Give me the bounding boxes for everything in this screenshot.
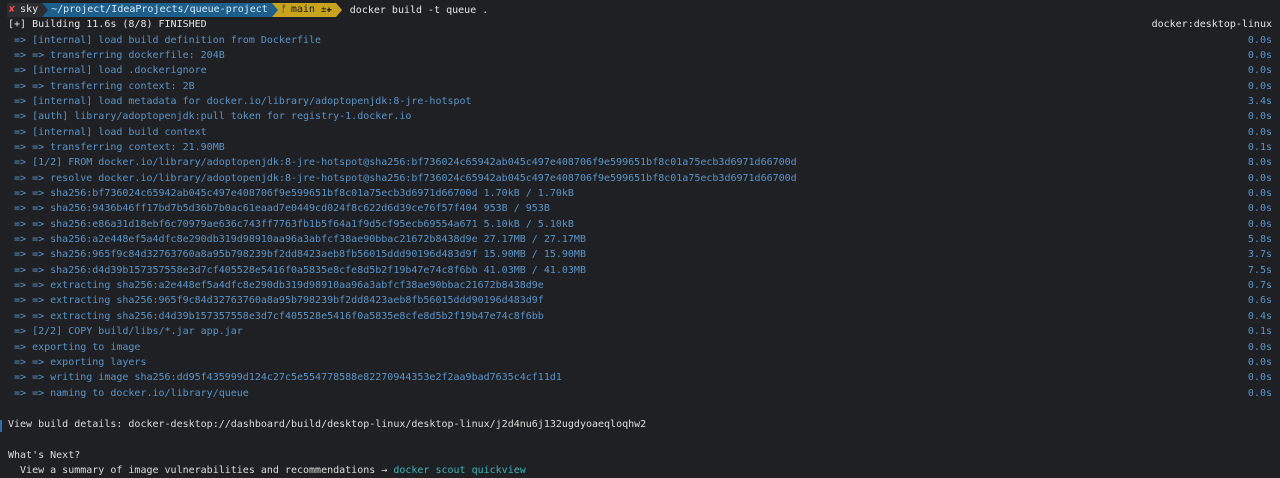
build-step-line: => [internal] load .dockerignore — [8, 65, 207, 77]
build-step-time: 0.0s — [1247, 372, 1272, 384]
error-x-icon: ✘ — [9, 4, 16, 15]
terminal-window[interactable]: ✘ sky ~/project/IdeaProjects/queue-proje… — [0, 0, 1280, 478]
build-step-line: => => sha256:d4d39b157357558e3d7cf405528… — [8, 264, 586, 276]
build-platform: docker:desktop-linux — [1151, 19, 1272, 30]
build-step-line: => => extracting sha256:965f9c84d3276376… — [8, 295, 544, 307]
build-header: [+] Building 11.6s (8/8) FINISHED — [8, 19, 207, 30]
build-step-line: => => extracting sha256:d4d39b157357558e… — [8, 310, 544, 322]
build-step-time: 0.6s — [1247, 295, 1272, 307]
build-step-line: => => sha256:bf736024c65942ab045c497e408… — [8, 188, 574, 199]
build-step-line: => => transferring context: 21.90MB — [8, 141, 225, 153]
build-step-time: 7.5s — [1247, 264, 1272, 276]
build-step-time: 8.0s — [1247, 157, 1272, 169]
git-branch-name: main — [290, 4, 315, 15]
powerline-separator-icon — [335, 3, 342, 17]
build-step-time: 0.1s — [1247, 141, 1272, 153]
prompt-path-segment: ~/project/IdeaProjects/queue-project — [42, 3, 278, 17]
build-step-line: => => sha256:e86a31d18ebf6c70979ae636c74… — [8, 218, 574, 230]
build-step-line: => [internal] load build definition from… — [8, 34, 322, 46]
build-step-line: => [internal] load metadata for docker.i… — [8, 95, 472, 107]
build-step-line: => [2/2] COPY build/libs/*.jar app.jar — [8, 326, 243, 338]
build-step-line: => => transferring context: 2B — [8, 80, 195, 92]
scroll-marker — [0, 420, 2, 432]
prompt-path: ~/project/IdeaProjects/queue-project — [51, 4, 268, 15]
build-step-time: 0.0s — [1247, 218, 1272, 230]
prompt-status-segment: ✘ sky — [7, 3, 49, 17]
build-step-time: 5.8s — [1247, 234, 1272, 245]
build-step-line: => => exporting layers — [8, 356, 147, 368]
powerline-separator-icon — [271, 3, 278, 17]
command-text[interactable]: docker build -t queue . — [350, 5, 488, 16]
build-step-line: => => transferring dockerfile: 204B — [8, 49, 225, 61]
build-step-time: 0.0s — [1247, 65, 1272, 77]
build-details-line[interactable]: View build details: docker-desktop://das… — [8, 418, 646, 432]
build-step-time: 3.4s — [1247, 95, 1272, 107]
build-step-time: 3.7s — [1247, 249, 1272, 261]
build-step-time: 0.0s — [1247, 356, 1272, 368]
powerline-separator-icon — [42, 3, 49, 17]
build-step-line: => [auth] library/adoptopenjdk:pull toke… — [8, 111, 412, 123]
build-step-time: 0.0s — [1247, 80, 1272, 92]
build-step-line: => exporting to image — [8, 341, 141, 353]
build-step-line: => => naming to docker.io/library/queue — [8, 387, 249, 399]
scout-quickview-command[interactable]: docker scout quickview — [393, 465, 525, 476]
build-step-time: 0.0s — [1247, 34, 1272, 46]
build-step-line: => [internal] load build context — [8, 126, 207, 138]
build-step-time: 0.0s — [1247, 111, 1272, 123]
build-step-time: 0.4s — [1247, 310, 1272, 322]
build-step-line: => => sha256:9436b46ff17bd7b5d36b7b0ac61… — [8, 203, 550, 215]
build-step-line: => => writing image sha256:dd95f435999d1… — [8, 372, 562, 384]
whats-next-heading: What's Next? — [8, 450, 81, 461]
build-step-time: 0.0s — [1247, 188, 1272, 199]
build-step-line: => => resolve docker.io/library/adoptope… — [8, 172, 797, 184]
build-step-line: => => sha256:a2e448ef5a4dfc8e290db319d98… — [8, 234, 586, 245]
summary-text: View a summary of image vulnerabilities … — [8, 465, 394, 476]
shell-prompt: ✘ sky ~/project/IdeaProjects/queue-proje… — [7, 3, 488, 17]
build-step-time: 0.0s — [1247, 387, 1272, 399]
build-step-time: 0.7s — [1247, 280, 1272, 292]
build-step-time: 0.0s — [1247, 126, 1272, 138]
build-step-line: => => sha256:965f9c84d32763760a8a95b7982… — [8, 249, 586, 261]
prompt-git-segment: ᚠ main ±✚ — [271, 3, 336, 17]
git-dirty-indicator: ±✚ — [320, 5, 332, 15]
build-step-time: 0.0s — [1247, 341, 1272, 353]
build-step-time: 0.0s — [1247, 203, 1272, 215]
prompt-user: sky — [20, 4, 39, 15]
git-branch-icon: ᚠ — [280, 4, 287, 15]
build-step-time: 0.1s — [1247, 326, 1272, 338]
build-step-line: => [1/2] FROM docker.io/library/adoptope… — [8, 157, 797, 169]
build-step-line: => => extracting sha256:a2e448ef5a4dfc8e… — [8, 280, 544, 292]
whats-next-summary: View a summary of image vulnerabilities … — [8, 464, 526, 478]
build-step-time: 0.0s — [1247, 49, 1272, 61]
build-step-time: 0.0s — [1247, 172, 1272, 184]
